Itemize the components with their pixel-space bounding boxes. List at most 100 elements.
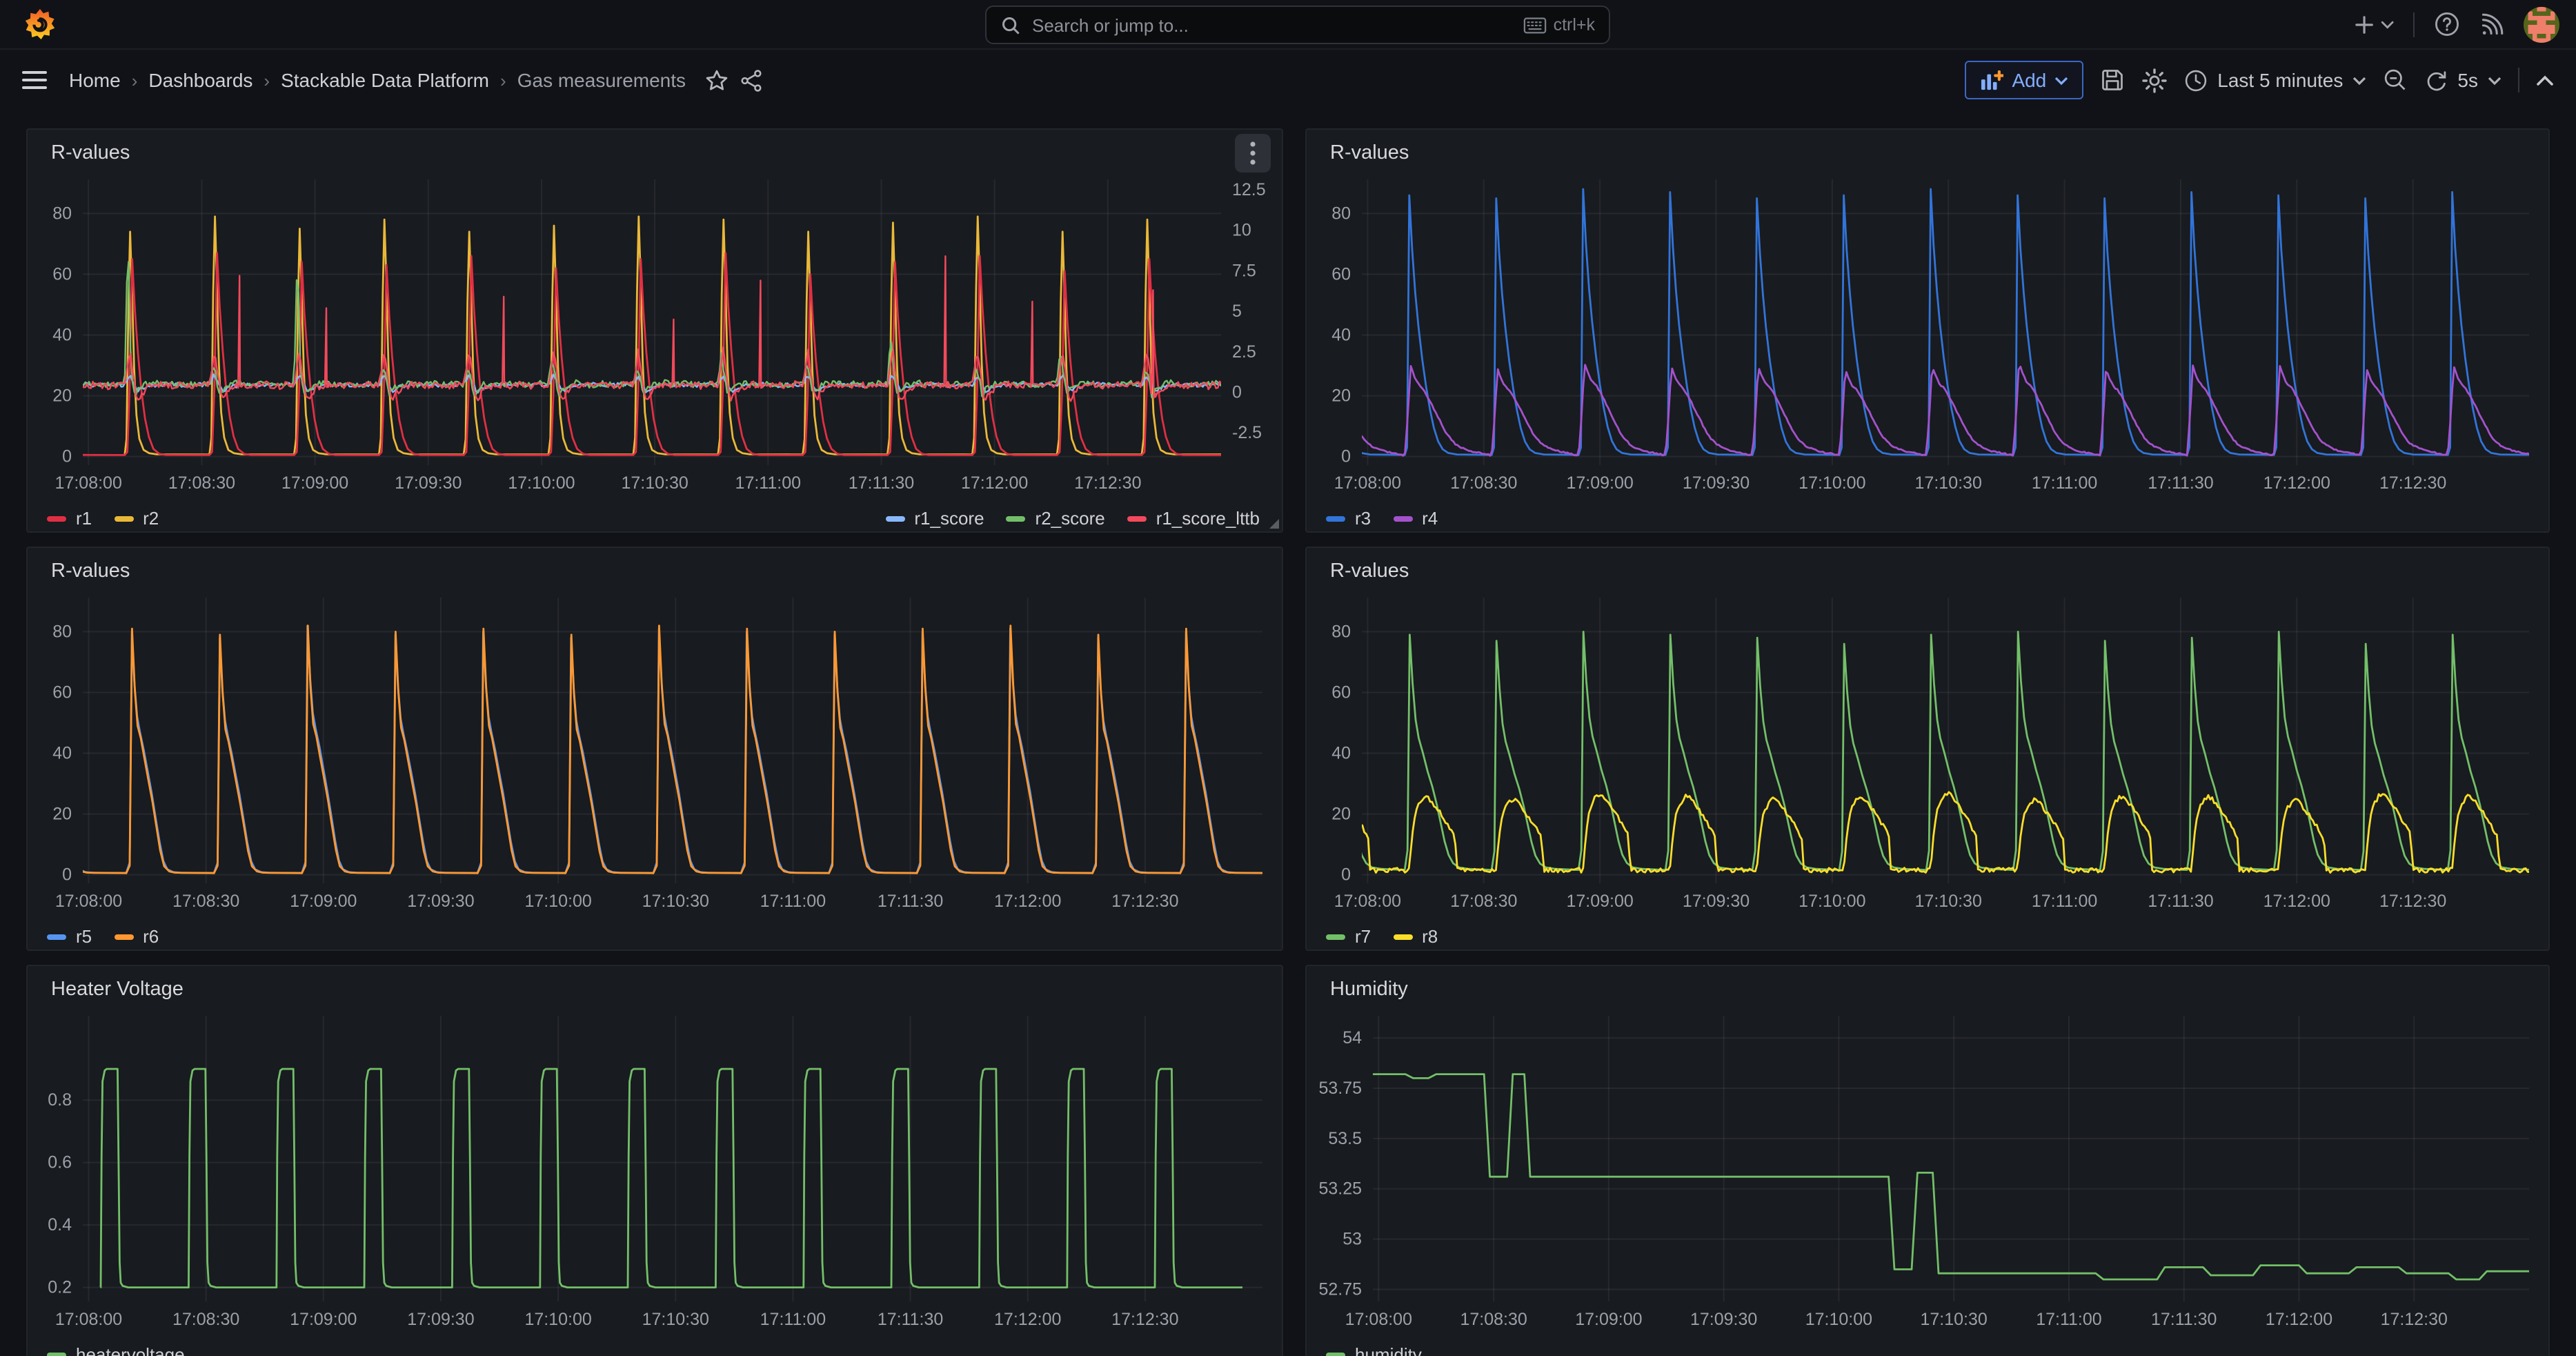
y-axis-right-tick-label: 2.5: [1232, 342, 1256, 362]
x-axis-tick-label: 17:08:30: [1450, 892, 1517, 911]
legend-group: r3 r4: [1326, 508, 1438, 529]
x-axis-tick-label: 17:09:00: [1566, 473, 1633, 493]
panel-title[interactable]: R-values: [51, 142, 130, 164]
series-line-r7: [1358, 631, 2535, 869]
x-axis-tick-label: 17:10:00: [524, 892, 591, 911]
legend-item-r7[interactable]: r7: [1326, 926, 1371, 947]
dashboard-settings-icon[interactable]: [2141, 67, 2168, 93]
chart-r-values-2[interactable]: 02040608017:08:0017:08:3017:09:0017:09:3…: [1307, 177, 2548, 498]
x-axis-tick-label: 17:11:30: [2148, 473, 2213, 493]
x-axis-tick-label: 17:09:30: [1683, 473, 1750, 493]
series-line-heatervoltage: [101, 1069, 1242, 1288]
legend-item-r8[interactable]: r8: [1393, 926, 1438, 947]
x-axis-tick-label: 17:09:00: [290, 892, 357, 911]
x-axis-tick-label: 17:11:00: [2032, 473, 2097, 493]
refresh-picker[interactable]: 5s: [2424, 68, 2501, 92]
chart-humidity[interactable]: 52.755353.2553.553.755417:08:0017:08:301…: [1307, 1013, 2548, 1335]
breadcrumb-folder[interactable]: Stackable Data Platform: [281, 69, 489, 91]
x-axis-tick-label: 17:08:30: [172, 1310, 239, 1329]
panel-header: R-values: [28, 548, 1282, 595]
legend-item-r1_score_lttb[interactable]: r1_score_lttb: [1127, 508, 1260, 529]
collapse-toolbar-icon[interactable]: [2536, 74, 2554, 86]
grafana-logo-icon[interactable]: [17, 6, 63, 42]
add-button[interactable]: Add: [1965, 61, 2083, 99]
panel-r-values-4: R-values 02040608017:08:0017:08:3017:09:0…: [1305, 547, 2550, 951]
breadcrumb-dashboards[interactable]: Dashboards: [148, 69, 252, 91]
series-line-r3: [1356, 189, 2534, 455]
legend-item-r2[interactable]: r2: [114, 508, 159, 529]
search-placeholder: Search or jump to...: [1032, 14, 1512, 35]
chart-heater-voltage[interactable]: 0.20.40.60.817:08:0017:08:3017:09:0017:0…: [28, 1013, 1282, 1335]
legend-swatch: [47, 1352, 66, 1356]
x-axis-tick-label: 17:09:00: [290, 1310, 357, 1329]
chart-r-values-3[interactable]: 02040608017:08:0017:08:3017:09:0017:09:3…: [28, 595, 1282, 916]
series-line-r1_score: [76, 374, 1225, 393]
legend-group: heatervoltage: [47, 1344, 185, 1356]
panel-title[interactable]: R-values: [1330, 142, 1409, 164]
panel-resize-handle[interactable]: [1269, 519, 1279, 529]
x-axis-tick-label: 17:12:00: [2263, 473, 2330, 493]
news-rss-icon[interactable]: [2479, 12, 2504, 37]
y-axis-tick-label: 54: [1343, 1028, 1362, 1048]
y-axis-tick-label: 20: [1331, 805, 1351, 824]
panel-r-values-1: R-values 020406080-2.502.557.51012.517:08…: [26, 128, 1283, 533]
legend-label: r6: [143, 926, 159, 947]
chart-r-values-4[interactable]: 02040608017:08:0017:08:3017:09:0017:09:3…: [1307, 595, 2548, 916]
user-avatar[interactable]: [2524, 6, 2559, 42]
legend-item-r4[interactable]: r4: [1393, 508, 1438, 529]
legend-item-r5[interactable]: r5: [47, 926, 92, 947]
x-axis-tick-label: 17:09:00: [1575, 1310, 1642, 1329]
x-axis-tick-label: 17:11:30: [878, 1310, 943, 1329]
legend-item-r6[interactable]: r6: [114, 926, 159, 947]
search-input[interactable]: Search or jump to... ctrl+k: [985, 6, 1610, 44]
x-axis-tick-label: 17:12:30: [2379, 892, 2446, 911]
new-button[interactable]: [2355, 13, 2394, 35]
y-axis-tick-label: 20: [52, 805, 72, 824]
x-axis-tick-label: 17:08:30: [168, 473, 235, 493]
legend-item-humidity[interactable]: humidity: [1326, 1344, 1422, 1356]
x-axis-tick-label: 17:08:00: [55, 1310, 122, 1329]
favorite-star-icon[interactable]: [705, 68, 729, 92]
x-axis-tick-label: 17:12:00: [2266, 1310, 2332, 1329]
share-icon[interactable]: [740, 68, 763, 92]
chart-r-values-1[interactable]: 020406080-2.502.557.51012.517:08:0017:08…: [28, 177, 1282, 498]
panel-menu-kebab-icon[interactable]: [1235, 134, 1271, 173]
legend-label: r3: [1355, 508, 1371, 529]
breadcrumb-separator: ›: [264, 70, 270, 90]
legend-item-r1_score[interactable]: r1_score: [885, 508, 984, 529]
panel-legend: r5 r6: [28, 923, 1282, 951]
refresh-icon: [2424, 68, 2448, 92]
save-dashboard-icon[interactable]: [2100, 68, 2125, 92]
panel-title[interactable]: Heater Voltage: [51, 979, 184, 1001]
legend-item-heatervoltage[interactable]: heatervoltage: [47, 1344, 185, 1356]
x-axis-tick-label: 17:08:30: [172, 892, 239, 911]
series-line-humidity: [1373, 1074, 2529, 1279]
y-axis-tick-label: 80: [52, 204, 72, 223]
legend-item-r3[interactable]: r3: [1326, 508, 1371, 529]
x-axis-tick-label: 17:09:30: [1683, 892, 1750, 911]
x-axis-tick-label: 17:08:30: [1450, 473, 1517, 493]
panel-title[interactable]: R-values: [1330, 560, 1409, 582]
breadcrumb-home[interactable]: Home: [69, 69, 121, 91]
x-axis-tick-label: 17:10:00: [1805, 1310, 1872, 1329]
panel-legend: r1 r2 r1_score r2_score r1_score_lttb: [28, 505, 1282, 533]
y-axis-tick-label: 53.5: [1328, 1129, 1362, 1148]
mega-menu-toggle[interactable]: [22, 70, 47, 90]
x-axis-tick-label: 17:10:00: [508, 473, 575, 493]
panel-title[interactable]: Humidity: [1330, 979, 1408, 1001]
y-axis-tick-label: 60: [52, 682, 72, 702]
legend-item-r2_score[interactable]: r2_score: [1007, 508, 1105, 529]
panel-title[interactable]: R-values: [51, 560, 130, 582]
legend-item-r1[interactable]: r1: [47, 508, 92, 529]
x-axis-tick-label: 17:11:00: [760, 1310, 826, 1329]
x-axis-tick-label: 17:11:30: [849, 473, 914, 493]
add-panel-icon: [1980, 70, 2003, 90]
y-axis-tick-label: 0.6: [48, 1153, 72, 1172]
time-range-picker[interactable]: Last 5 minutes: [2184, 68, 2366, 92]
help-icon[interactable]: [2434, 11, 2460, 37]
legend-swatch: [114, 934, 133, 939]
zoom-out-time-icon[interactable]: [2383, 68, 2408, 92]
breadcrumb: Home › Dashboards › Stackable Data Platf…: [69, 69, 686, 91]
series-line-r8: [1355, 792, 2534, 873]
y-axis-right-tick-label: 7.5: [1232, 261, 1256, 280]
